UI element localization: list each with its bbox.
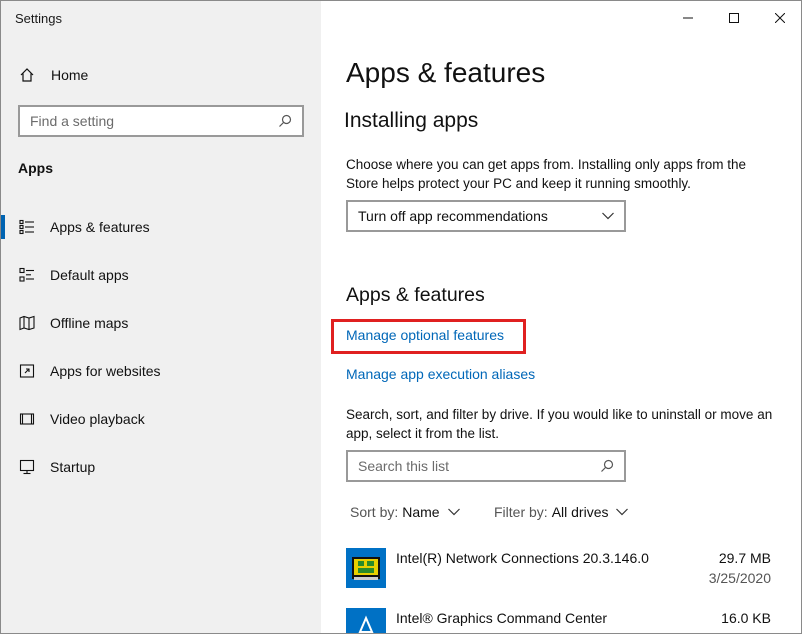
- app-list-item[interactable]: Intel(R) Network Connections 20.3.146.0 …: [346, 548, 771, 600]
- maximize-button[interactable]: [711, 1, 757, 35]
- sidebar-item-startup[interactable]: Startup: [1, 443, 321, 491]
- app-name: Intel® Graphics Command Center: [396, 610, 608, 626]
- installing-apps-heading: Installing apps: [344, 109, 479, 132]
- app-name: Intel(R) Network Connections 20.3.146.0: [396, 550, 649, 566]
- startup-icon: [18, 458, 36, 476]
- sort-label: Sort by:: [350, 504, 399, 520]
- sidebar-item-label: Startup: [50, 459, 96, 475]
- home-nav[interactable]: Home: [1, 59, 321, 91]
- sidebar-item-video-playback[interactable]: Video playback: [1, 395, 321, 443]
- filter-value: All drives: [551, 504, 609, 520]
- sidebar-item-label: Apps & features: [50, 219, 150, 235]
- chevron-down-icon: [602, 212, 614, 220]
- installing-apps-description: Choose where you can get apps from. Inst…: [346, 157, 746, 191]
- link-window-icon: [18, 362, 36, 380]
- sidebar-item-label: Default apps: [50, 267, 129, 283]
- search-list-input[interactable]: [358, 458, 600, 474]
- chevron-down-icon: [616, 508, 629, 516]
- default-apps-icon: [18, 266, 36, 284]
- sidebar-item-label: Video playback: [50, 411, 145, 427]
- find-setting-input[interactable]: [30, 113, 278, 129]
- minimize-icon: [683, 17, 693, 19]
- list-icon: [18, 218, 36, 236]
- app-date: 3/25/2020: [708, 570, 771, 586]
- map-icon: [18, 314, 36, 332]
- manage-aliases-link[interactable]: Manage app execution aliases: [346, 366, 535, 382]
- search-icon[interactable]: [600, 459, 614, 473]
- app-source-dropdown[interactable]: Turn off app recommendations: [346, 200, 626, 232]
- search-icon[interactable]: [278, 114, 292, 128]
- video-icon: [18, 410, 36, 428]
- search-list-box[interactable]: [346, 450, 626, 482]
- search-sort-description: Search, sort, and filter by drive. If yo…: [346, 407, 773, 441]
- window-controls: [665, 1, 801, 35]
- sort-value: Name: [402, 504, 440, 520]
- find-setting-box[interactable]: [18, 105, 304, 137]
- sidebar-item-label: Apps for websites: [50, 363, 161, 379]
- close-button[interactable]: [757, 1, 801, 35]
- home-label: Home: [51, 67, 89, 83]
- sidebar-item-apps-features[interactable]: Apps & features: [1, 203, 321, 251]
- section-label: Apps: [18, 160, 53, 176]
- graphics-center-icon: [346, 608, 386, 633]
- sidebar-nav: Apps & features Default apps Offline map…: [1, 203, 321, 491]
- home-icon: [18, 66, 36, 84]
- apps-features-heading: Apps & features: [346, 284, 485, 306]
- sidebar-item-offline-maps[interactable]: Offline maps: [1, 299, 321, 347]
- filter-by-dropdown[interactable]: Filter by: All drives: [494, 504, 629, 520]
- manage-optional-features-link[interactable]: Manage optional features: [346, 327, 504, 343]
- sidebar-item-default-apps[interactable]: Default apps: [1, 251, 321, 299]
- settings-window: Settings Home Apps Apps & features: [0, 0, 802, 634]
- sidebar-item-label: Offline maps: [50, 315, 129, 331]
- dropdown-value: Turn off app recommendations: [358, 208, 548, 224]
- network-card-icon: [346, 548, 386, 588]
- page-title: Apps & features: [346, 57, 546, 88]
- app-size: 16.0 KB: [721, 610, 771, 626]
- app-size: 29.7 MB: [718, 550, 771, 566]
- chevron-down-icon: [447, 508, 460, 516]
- sidebar: Settings Home Apps Apps & features: [1, 1, 321, 633]
- app-list-item[interactable]: Intel® Graphics Command Center 16.0 KB: [346, 608, 771, 633]
- maximize-icon: [729, 13, 739, 23]
- sort-by-dropdown[interactable]: Sort by: Name: [350, 504, 460, 520]
- minimize-button[interactable]: [665, 1, 711, 35]
- sidebar-item-apps-for-websites[interactable]: Apps for websites: [1, 347, 321, 395]
- filter-label: Filter by:: [494, 504, 548, 520]
- window-title: Settings: [15, 11, 62, 26]
- main-content: Apps & features Installing apps Choose w…: [321, 1, 801, 633]
- close-icon: [775, 13, 785, 23]
